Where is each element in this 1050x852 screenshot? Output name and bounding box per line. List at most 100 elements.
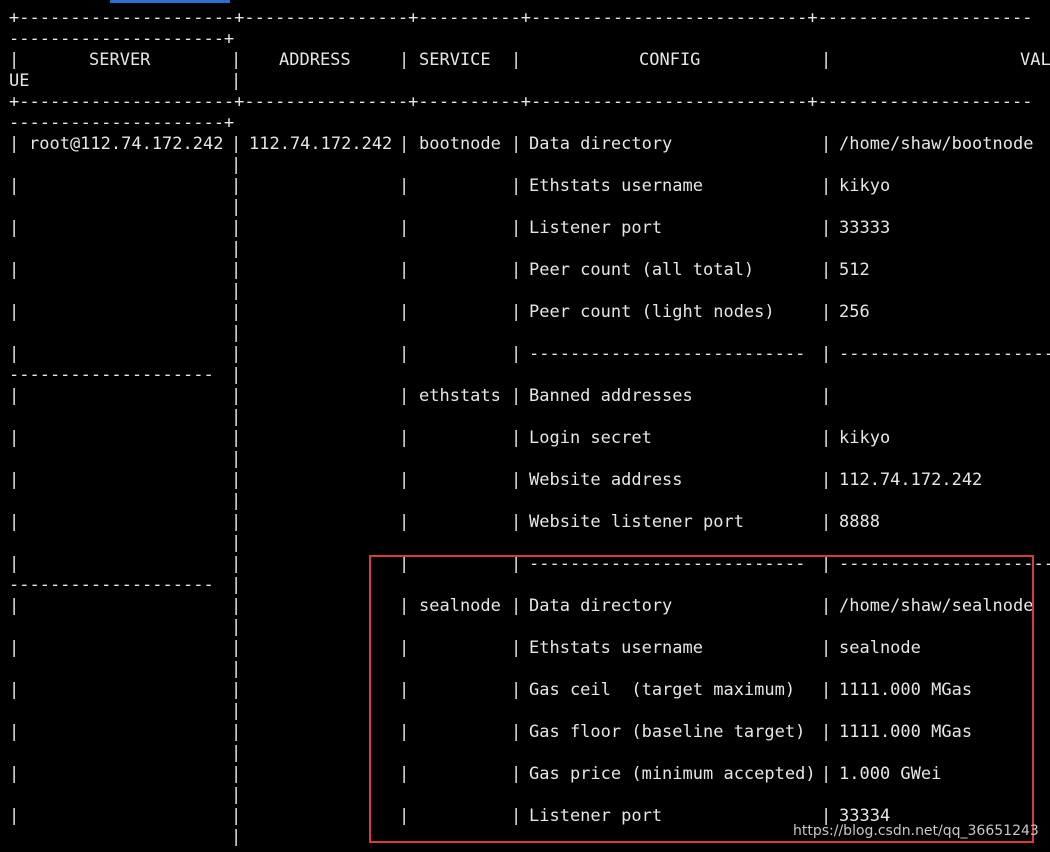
column-separator: | bbox=[9, 386, 20, 406]
table-border-sep-wrap: ---------------------+ bbox=[9, 113, 235, 133]
cell-value: 256 bbox=[839, 302, 870, 322]
cell-config: Peer count (all total) bbox=[529, 260, 755, 280]
cell-config: Gas floor (baseline target) bbox=[529, 722, 806, 742]
column-separator: | bbox=[511, 176, 522, 196]
column-separator: | bbox=[231, 554, 242, 574]
column-separator: | bbox=[231, 575, 242, 595]
wrapped-dash-line: -------------------- bbox=[9, 575, 214, 595]
column-separator: | bbox=[511, 512, 522, 532]
cell-config: Peer count (light nodes) bbox=[529, 302, 775, 322]
cell-config: Gas ceil (target maximum) bbox=[529, 680, 796, 700]
column-separator: | bbox=[399, 554, 410, 574]
column-separator: | bbox=[9, 260, 20, 280]
column-separator: | bbox=[511, 554, 522, 574]
column-separator: | bbox=[231, 386, 242, 406]
column-separator: | bbox=[821, 470, 832, 490]
column-separator: | bbox=[9, 596, 20, 616]
column-separator: | bbox=[399, 596, 410, 616]
column-separator: | bbox=[821, 512, 832, 532]
column-separator: | bbox=[231, 596, 242, 616]
column-separator: | bbox=[9, 428, 20, 448]
header-server: SERVER bbox=[89, 50, 151, 70]
column-separator: | bbox=[231, 785, 242, 805]
cell-value: kikyo bbox=[839, 176, 891, 196]
column-separator: | bbox=[399, 428, 410, 448]
cell-config: Data directory bbox=[529, 134, 673, 154]
column-separator: | bbox=[231, 155, 242, 175]
column-separator: | bbox=[511, 218, 522, 238]
column-separator: | bbox=[399, 176, 410, 196]
column-separator: | bbox=[399, 218, 410, 238]
column-separator: | bbox=[231, 134, 242, 154]
cell-service: bootnode bbox=[419, 134, 501, 154]
cell-config: Website address bbox=[529, 470, 683, 490]
column-separator: | bbox=[231, 533, 242, 553]
column-separator: | bbox=[231, 449, 242, 469]
column-separator: | bbox=[511, 386, 522, 406]
column-separator: | bbox=[9, 134, 20, 154]
column-separator: | bbox=[231, 701, 242, 721]
cell-value: 1111.000 MGas bbox=[839, 722, 973, 742]
cell-config: --------------------------- bbox=[529, 344, 806, 364]
column-separator: | bbox=[9, 218, 20, 238]
cell-config: Listener port bbox=[529, 218, 663, 238]
active-tab-indicator bbox=[110, 0, 230, 3]
column-separator: | bbox=[231, 407, 242, 427]
column-separator: | bbox=[399, 512, 410, 532]
watermark-text: https://blog.csdn.net/qq_36651243 bbox=[793, 823, 1039, 839]
column-separator: | bbox=[511, 596, 522, 616]
column-separator: | bbox=[9, 512, 20, 532]
column-separator: | bbox=[399, 302, 410, 322]
column-separator: | bbox=[9, 470, 20, 490]
column-separator: | bbox=[231, 281, 242, 301]
cell-service: ethstats bbox=[419, 386, 501, 406]
cell-service: sealnode bbox=[419, 596, 501, 616]
column-separator: | bbox=[821, 596, 832, 616]
column-separator: | bbox=[511, 638, 522, 658]
column-separator: | bbox=[9, 344, 20, 364]
column-separator: | bbox=[821, 554, 832, 574]
cell-config: Banned addresses bbox=[529, 386, 693, 406]
column-separator: | bbox=[231, 470, 242, 490]
column-separator: | bbox=[399, 260, 410, 280]
column-separator: | bbox=[399, 806, 410, 826]
column-separator: | bbox=[399, 470, 410, 490]
cell-value: 8888 bbox=[839, 512, 880, 532]
column-separator: | bbox=[231, 197, 242, 217]
column-separator: | bbox=[399, 680, 410, 700]
column-separator: | bbox=[821, 428, 832, 448]
column-separator: | bbox=[399, 722, 410, 742]
column-separator: | bbox=[231, 617, 242, 637]
column-separator: | bbox=[231, 512, 242, 532]
column-separator: | bbox=[821, 302, 832, 322]
column-separator: | bbox=[231, 827, 242, 847]
column-separator: | bbox=[821, 344, 832, 364]
header-value: VAL bbox=[1020, 50, 1050, 70]
column-separator: | bbox=[821, 386, 832, 406]
column-separator: | bbox=[231, 806, 242, 826]
column-separator: | bbox=[399, 638, 410, 658]
table-border-sep: +---------------------+----------------+… bbox=[9, 92, 1033, 112]
column-separator: | bbox=[231, 743, 242, 763]
cell-value: 1111.000 MGas bbox=[839, 680, 973, 700]
table-border-top-wrap: ---------------------+ bbox=[9, 29, 235, 49]
column-separator: | bbox=[231, 302, 242, 322]
column-separator: | bbox=[231, 428, 242, 448]
column-separator: | bbox=[231, 176, 242, 196]
column-separator: | bbox=[511, 344, 522, 364]
cell-value: /home/shaw/sealnode bbox=[839, 596, 1034, 616]
header-service: SERVICE bbox=[419, 50, 491, 70]
column-separator: | bbox=[9, 806, 20, 826]
column-separator: | bbox=[511, 260, 522, 280]
column-separator: | bbox=[399, 134, 410, 154]
column-separator: | bbox=[821, 260, 832, 280]
column-separator: | bbox=[821, 218, 832, 238]
cell-value: --------------------- bbox=[839, 344, 1050, 364]
column-separator: | bbox=[231, 638, 242, 658]
column-separator: | bbox=[231, 344, 242, 364]
cell-value: 1.000 GWei bbox=[839, 764, 942, 784]
column-separator: | bbox=[511, 722, 522, 742]
cell-config: Data directory bbox=[529, 596, 673, 616]
table-border-top: +---------------------+----------------+… bbox=[9, 8, 1033, 28]
cell-config: Website listener port bbox=[529, 512, 744, 532]
